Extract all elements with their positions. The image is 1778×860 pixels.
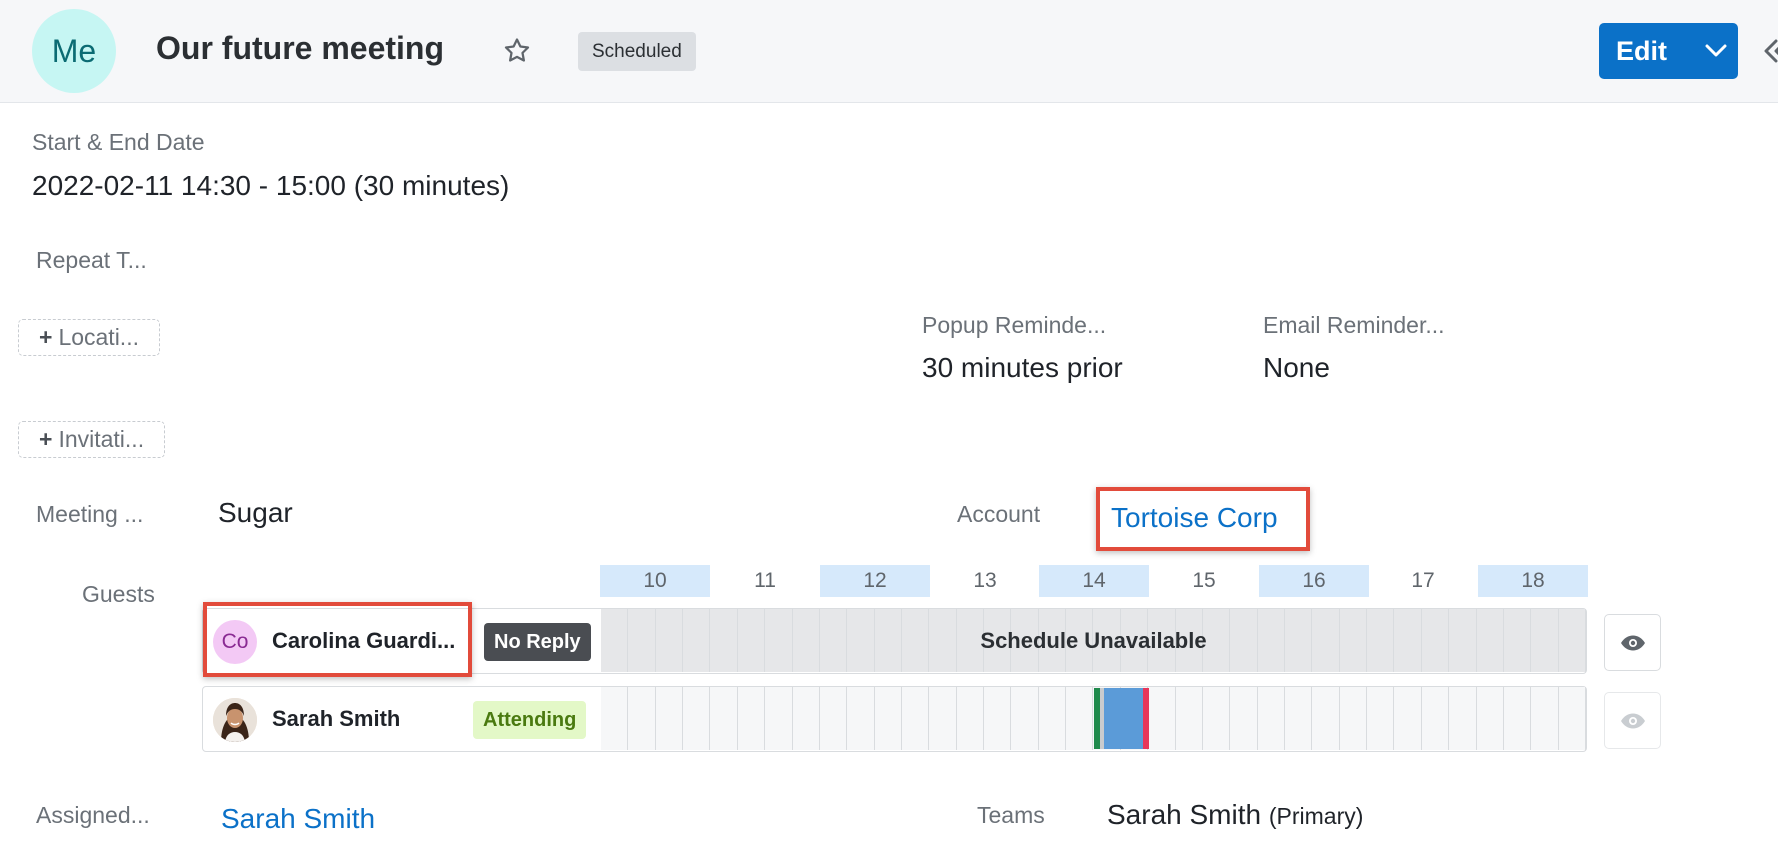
schedule-cell — [1504, 687, 1532, 750]
schedule-cell — [765, 687, 793, 750]
add-location-label: Locati... — [58, 324, 139, 350]
assigned-to-label: Assigned... — [36, 802, 150, 828]
schedule-cell — [929, 687, 957, 750]
popup-reminder-value[interactable]: 30 minutes prior — [922, 352, 1123, 384]
schedule-cell — [1449, 687, 1477, 750]
schedule-cell — [1203, 687, 1231, 750]
start-end-date-value[interactable]: 2022-02-11 14:30 - 15:00 (30 minutes) — [32, 170, 509, 202]
timeline-hour: 12 — [820, 565, 930, 597]
edit-button[interactable]: Edit — [1599, 23, 1738, 79]
timeline-hour: 15 — [1192, 569, 1216, 592]
assigned-to-link[interactable]: Sarah Smith — [221, 803, 375, 835]
schedule-cell — [656, 687, 684, 750]
status-badge: No Reply — [484, 623, 591, 661]
page-title: Our future meeting — [156, 30, 445, 66]
eye-icon — [1620, 713, 1645, 728]
meeting-start-marker — [1094, 688, 1100, 749]
favorite-star-icon[interactable] — [502, 36, 532, 66]
schedule-unavailable-text: Schedule Unavailable — [980, 627, 1207, 653]
schedule-grid: Schedule Unavailable — [601, 609, 1586, 672]
guest-name[interactable]: Sarah Smith — [272, 706, 400, 732]
schedule-cell — [683, 687, 711, 750]
schedule-cell — [1066, 687, 1094, 750]
account-label: Account — [957, 501, 1041, 527]
schedule-cell — [1258, 687, 1285, 750]
popup-reminder-label: Popup Reminde... — [922, 312, 1107, 338]
add-invitation-label: Invitati... — [58, 426, 145, 452]
timeline-hour: 18 — [1478, 565, 1588, 597]
guest-highlight-box — [203, 602, 472, 677]
team-primary-tag: (Primary) — [1268, 803, 1364, 829]
schedule-cell — [957, 687, 985, 750]
meeting-type-value[interactable]: Sugar — [218, 497, 293, 529]
schedule-cell — [793, 687, 820, 750]
schedule-cell — [1312, 687, 1340, 750]
edit-button-label: Edit — [1616, 35, 1667, 66]
email-reminder-value[interactable]: None — [1263, 352, 1330, 384]
meeting-block — [1104, 688, 1144, 749]
schedule-cell — [1230, 687, 1258, 750]
chevron-down-icon[interactable] — [1694, 23, 1738, 79]
timeline-hour: 13 — [973, 569, 997, 592]
status-badge[interactable]: Scheduled — [578, 32, 696, 71]
status-badge: Attending — [473, 701, 587, 739]
schedule-cell — [1011, 687, 1039, 750]
schedule-cell — [1148, 687, 1176, 750]
account-highlight-box — [1096, 487, 1310, 551]
add-location-button[interactable]: + Locati... — [18, 319, 160, 356]
guests-label: Guests — [82, 581, 155, 607]
schedule-cell — [601, 687, 629, 750]
schedule-cell — [984, 687, 1012, 750]
record-header: Me Our future meeting Scheduled Edit — [0, 0, 1778, 103]
schedule-cell — [1176, 687, 1203, 750]
meeting-type-label: Meeting ... — [36, 501, 144, 527]
meeting-end-marker — [1143, 688, 1149, 749]
email-reminder-label: Email Reminder... — [1263, 312, 1445, 338]
schedule-cell — [1285, 687, 1313, 750]
schedule-cell — [902, 687, 930, 750]
module-avatar: Me — [32, 9, 116, 93]
timeline-hour: 11 — [754, 569, 776, 592]
timeline-hour: 10 — [600, 565, 710, 597]
timeline-hour: 16 — [1259, 565, 1369, 597]
team-name: Sarah Smith — [1107, 799, 1262, 830]
schedule-cell — [1559, 687, 1586, 750]
schedule-cell — [820, 687, 848, 750]
eye-icon — [1620, 635, 1645, 650]
collapse-panel-icon[interactable] — [1760, 36, 1778, 66]
user-photo-icon — [213, 698, 257, 742]
schedule-cell — [710, 687, 738, 750]
timeline-hour: 17 — [1411, 569, 1435, 592]
teams-label: Teams — [977, 802, 1045, 828]
schedule-cell — [1394, 687, 1422, 750]
guest-row: Sarah Smith Attending — [202, 686, 1587, 752]
schedule-grid — [601, 687, 1586, 750]
start-end-date-label: Start & End Date — [32, 129, 205, 155]
plus-icon: + — [39, 426, 53, 452]
schedule-cell — [1422, 687, 1450, 750]
avatar — [213, 698, 257, 742]
show-schedule-button[interactable] — [1604, 614, 1661, 671]
plus-icon: + — [39, 324, 53, 350]
timeline-hour: 14 — [1039, 565, 1149, 597]
add-invitation-button[interactable]: + Invitati... — [18, 421, 166, 458]
schedule-cell — [875, 687, 902, 750]
repeat-type-label: Repeat T... — [36, 247, 147, 273]
schedule-cell — [1039, 687, 1067, 750]
schedule-cell — [1477, 687, 1504, 750]
show-schedule-button[interactable] — [1604, 692, 1661, 749]
schedule-cell — [1531, 687, 1559, 750]
schedule-cell — [847, 687, 875, 750]
schedule-cell — [628, 687, 656, 750]
teams-value[interactable]: Sarah Smith (Primary) — [1107, 799, 1363, 831]
schedule-cell — [1340, 687, 1368, 750]
schedule-cell — [1367, 687, 1395, 750]
schedule-cell — [738, 687, 766, 750]
